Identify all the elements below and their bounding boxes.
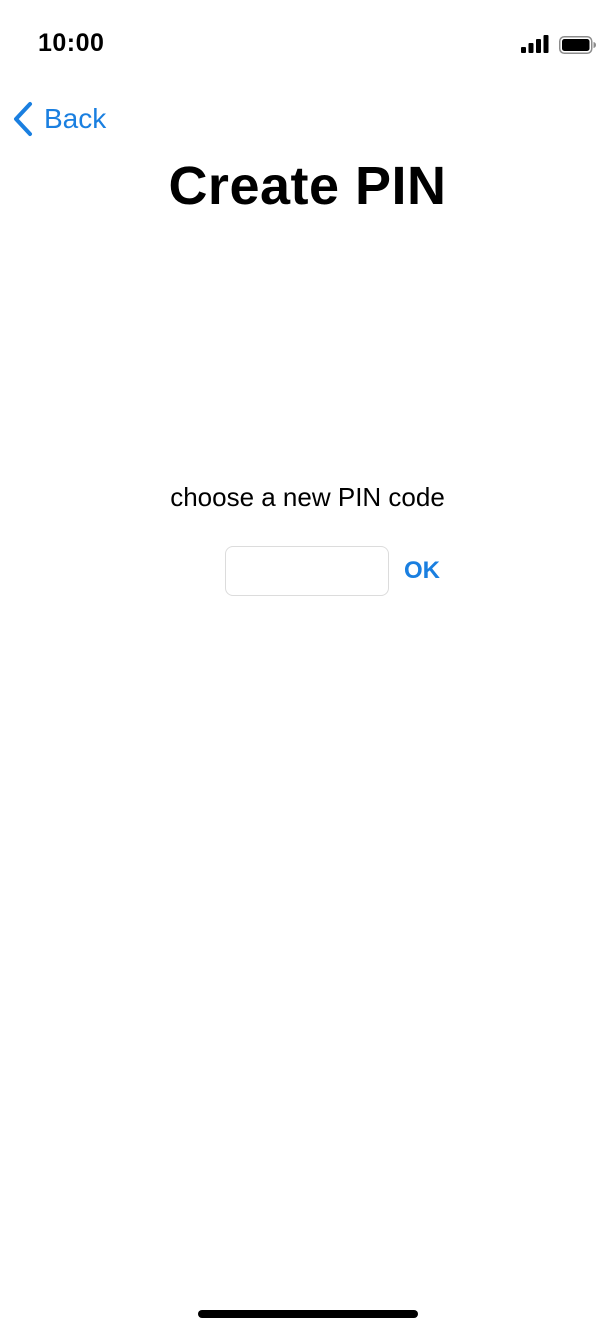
back-button-label: Back [44,103,107,134]
battery-full-icon [559,36,596,54]
home-indicator[interactable] [198,1310,418,1318]
back-button[interactable]: Back [12,99,106,139]
status-bar: 10:00 [0,0,615,90]
cellular-signal-icon [521,35,549,53]
chevron-left-icon [14,102,32,136]
pin-input[interactable] [225,546,389,596]
page-title: Create PIN [168,156,447,216]
ok-button[interactable]: OK [398,548,446,594]
pin-prompt: choose a new PIN code [170,482,445,512]
status-time: 10:00 [38,29,105,57]
